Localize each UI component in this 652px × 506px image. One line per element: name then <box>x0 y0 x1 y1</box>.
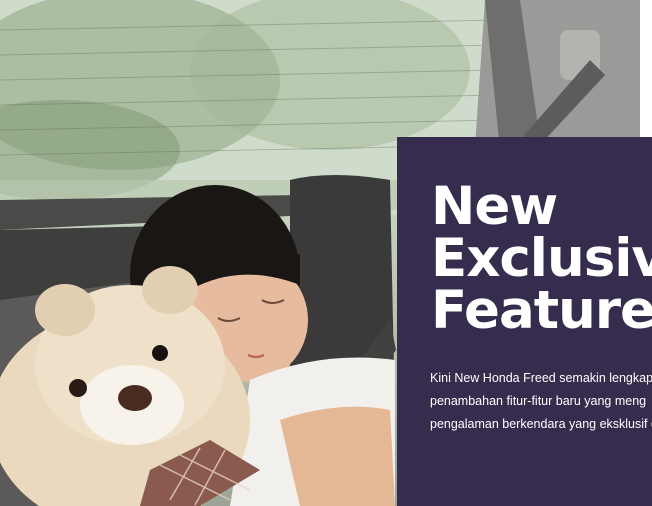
description-line-1: Kini New Honda Freed semakin lengkap <box>430 371 652 385</box>
headline-line-3: Features <box>431 280 652 341</box>
headline: New Exclusive Features <box>431 176 652 341</box>
description-line-2: penambahan fitur-fitur baru yang meng <box>430 394 647 408</box>
description: Kini New Honda Freed semakin lengkap pen… <box>430 367 652 436</box>
headline-line-2: Exclusive <box>431 228 652 289</box>
headline-line-1: New <box>431 176 558 237</box>
feature-panel: New Exclusive Features Kini New Honda Fr… <box>397 137 652 506</box>
description-line-3: pengalaman berkendara yang eksklusif d <box>430 417 652 431</box>
